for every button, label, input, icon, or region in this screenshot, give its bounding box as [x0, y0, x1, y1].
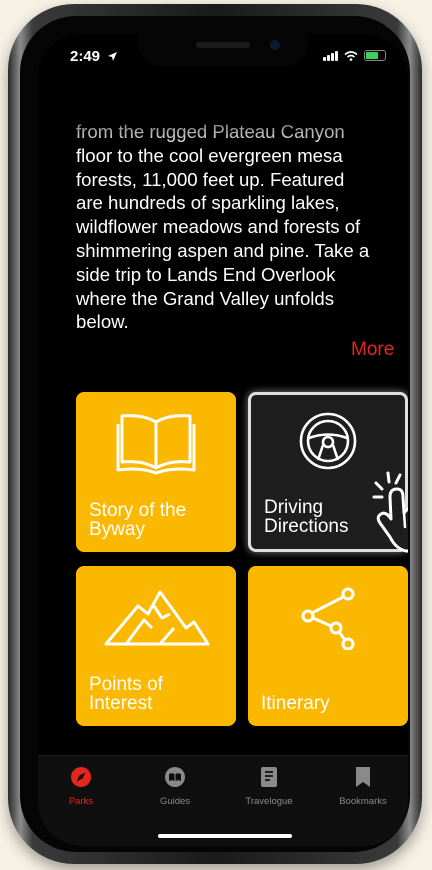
app-screen: 2:49 from the rugged Plateau Canyon floo… [38, 34, 408, 846]
more-link[interactable]: More [351, 339, 394, 361]
battery-icon [364, 50, 386, 61]
tab-guides[interactable]: Guides [135, 766, 215, 807]
tile-label: Points of Interest [89, 674, 163, 714]
speaker [196, 42, 250, 48]
status-time: 2:49 [70, 48, 118, 65]
tab-label: Guides [159, 796, 191, 807]
cellular-signal-icon [323, 50, 338, 61]
notch [138, 34, 308, 66]
tab-bar: Parks Guides Travelogue Bookmarks [38, 755, 408, 846]
mountains-icon [104, 590, 210, 646]
tile-label: Itinerary [261, 693, 330, 714]
guides-icon [165, 767, 185, 787]
bookmark-icon [356, 767, 370, 787]
points-of-interest-tile[interactable]: Points of Interest [76, 566, 236, 726]
tile-label: Story of the Byway [89, 500, 187, 540]
wifi-icon [344, 50, 358, 61]
open-book-icon [116, 414, 196, 475]
tab-travelogue[interactable]: Travelogue [229, 766, 309, 807]
description-fade [38, 94, 408, 148]
description-text: from the rugged Plateau Canyon floor to … [76, 121, 370, 333]
compass-icon [71, 767, 91, 787]
location-arrow-icon [108, 52, 118, 61]
tap-hand-icon [372, 471, 408, 553]
tab-label: Travelogue [245, 796, 293, 807]
status-icons [323, 50, 386, 61]
phone-frame: 2:49 from the rugged Plateau Canyon floo… [8, 4, 422, 864]
tab-parks[interactable]: Parks [41, 766, 121, 807]
tab-label: Bookmarks [339, 796, 387, 807]
steering-wheel-icon [299, 412, 357, 470]
home-indicator [158, 834, 292, 838]
itinerary-tile[interactable]: Itinerary [248, 566, 408, 726]
tab-bookmarks[interactable]: Bookmarks [323, 766, 403, 807]
share-nodes-icon [301, 587, 355, 650]
front-camera [270, 40, 280, 50]
notebook-icon [261, 767, 277, 787]
tile-label: Driving Directions [264, 497, 349, 537]
tab-label: Parks [68, 796, 94, 807]
story-of-the-byway-tile[interactable]: Story of the Byway [76, 392, 236, 552]
